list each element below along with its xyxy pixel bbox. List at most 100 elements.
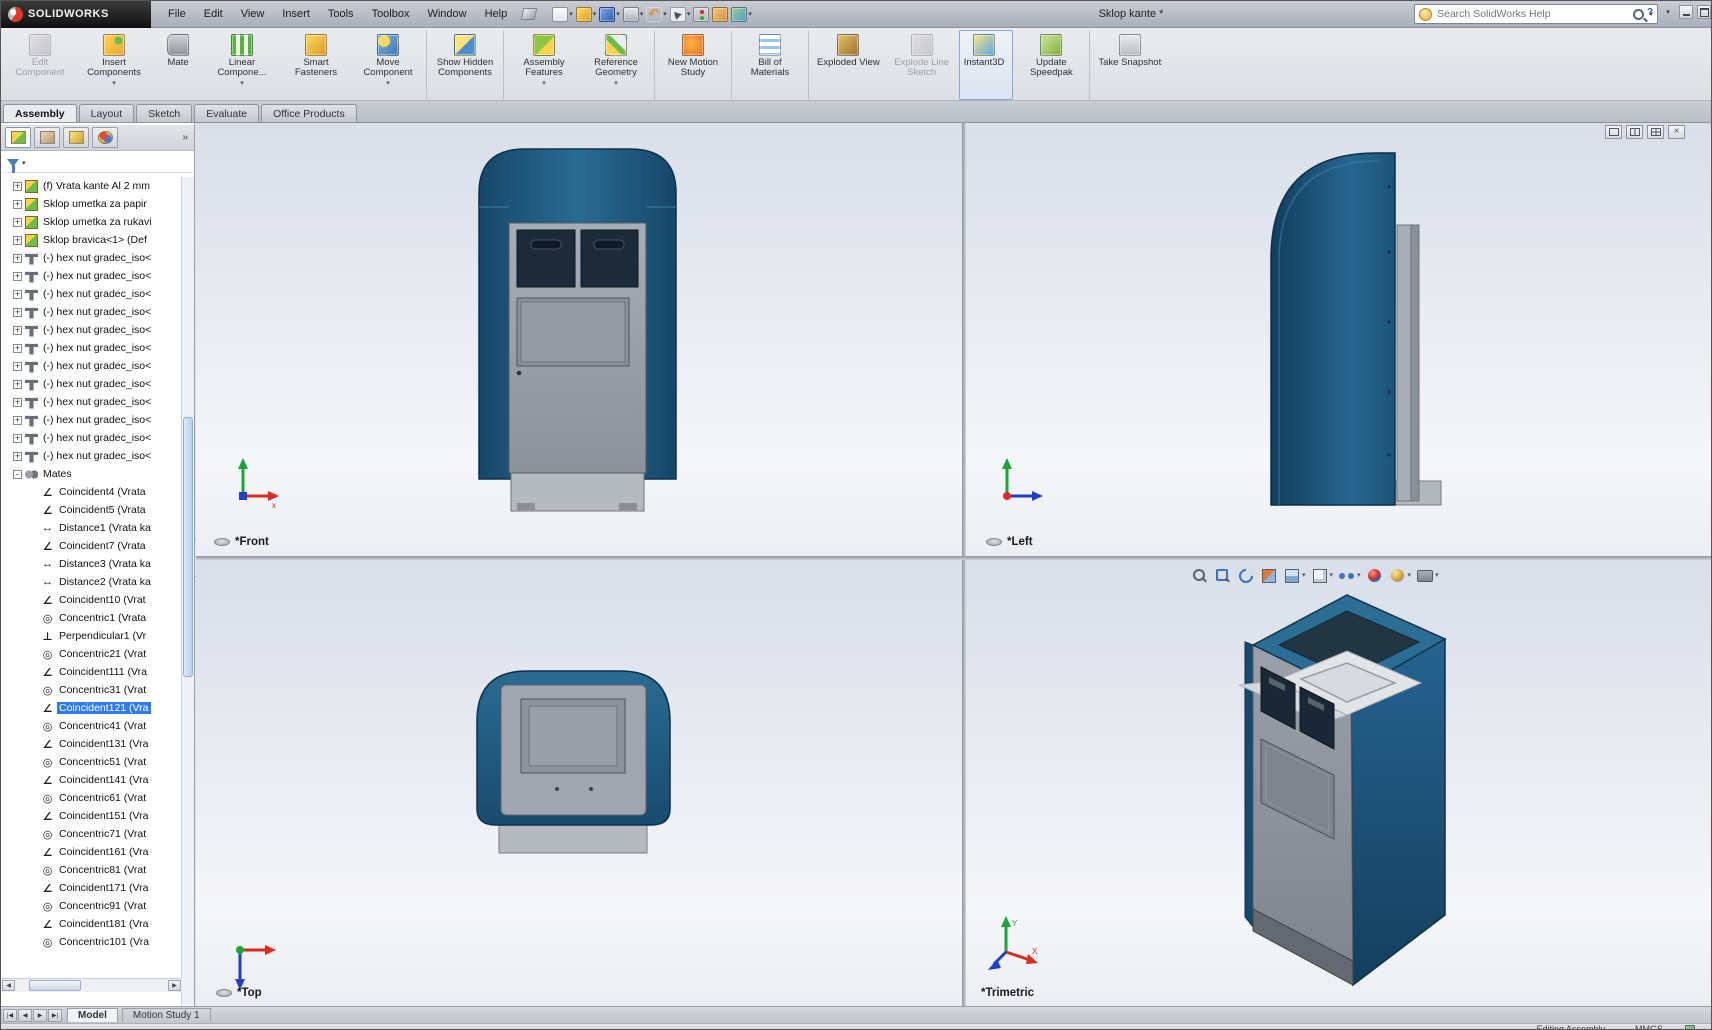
expand-toggle[interactable]: + [13,272,22,281]
expand-toggle[interactable]: - [13,470,22,479]
expand-toggle[interactable]: + [13,326,22,335]
menu-pin-icon[interactable] [521,8,538,20]
menu-item[interactable]: Toolbox [363,4,419,24]
quick-toolbar-button[interactable]: ▾ [552,7,573,22]
quick-toolbar-button[interactable]: ▾ [731,7,752,22]
heads-up-button[interactable]: ▾ [1387,567,1413,584]
tree-item[interactable]: + (-) hex nut gradec_iso< [1,375,182,393]
mate-item[interactable]: Concentric21 (Vrat [1,645,182,663]
document-window-button[interactable] [1605,125,1622,139]
dropdown-caret-icon[interactable]: ▾ [640,10,644,18]
tree-item[interactable]: + (-) hex nut gradec_iso< [1,339,182,357]
tree-item[interactable]: + (-) hex nut gradec_iso< [1,429,182,447]
dropdown-caret-icon[interactable]: ▾ [687,10,691,18]
help-icon[interactable]: ? [1643,5,1657,19]
status-units[interactable]: MMGS [1635,1024,1663,1030]
expand-toggle[interactable]: + [13,362,22,371]
mate-item[interactable]: Coincident10 (Vrat [1,591,182,609]
expand-toggle[interactable]: + [13,290,22,299]
quick-toolbar-button[interactable]: ▾ [693,7,709,22]
graphics-area[interactable]: x YX *Front *Left *Top *Trimetric [196,123,1712,1006]
mate-item[interactable]: Coincident111 (Vra [1,663,182,681]
tree-item[interactable]: + (-) hex nut gradec_iso< [1,447,182,465]
ribbon-button[interactable]: Smart Fasteners ▾ [279,30,353,100]
dropdown-caret-icon[interactable]: ▾ [1408,571,1412,579]
mate-item[interactable]: Concentric71 (Vrat [1,825,182,843]
mate-item[interactable]: Coincident5 (Vrata [1,501,182,519]
tab-nav-button[interactable]: |◀ [3,1009,17,1022]
quick-toolbar-button[interactable]: ▾ [576,7,597,22]
mate-item[interactable]: Concentric91 (Vrat [1,897,182,915]
ribbon-button[interactable]: Exploded View ▾ [812,30,885,100]
expand-toggle[interactable]: + [13,182,22,191]
mate-item[interactable]: Concentric81 (Vrat [1,861,182,879]
quick-toolbar-button[interactable]: ▾ [623,7,644,22]
tree-item[interactable]: + (f) Vrata kante Al 2 mm [1,177,182,195]
mate-item[interactable]: Coincident181 (Vra [1,915,182,933]
document-window-button[interactable] [1668,125,1685,139]
ribbon-button[interactable]: New Motion Study ▾ [658,30,732,100]
tree-item[interactable]: + (-) hex nut gradec_iso< [1,303,182,321]
scrollbar-thumb[interactable] [183,417,193,677]
model-trimetric-view[interactable] [1239,587,1457,989]
expand-toggle[interactable]: + [13,200,22,209]
mate-item[interactable]: Concentric101 (Vra [1,933,182,951]
expand-toggle[interactable]: + [13,380,22,389]
heads-up-button[interactable]: ▾ [1414,567,1440,584]
mate-item[interactable]: Coincident4 (Vrata [1,483,182,501]
mate-item[interactable]: Coincident7 (Vrata [1,537,182,555]
tab-nav-button[interactable]: ▶| [48,1009,62,1022]
tree-item[interactable]: + Sklop bravica<1> (Def [1,231,182,249]
model-left-view[interactable] [1255,147,1447,509]
quick-toolbar-button[interactable]: ▾ [599,7,620,22]
filter-caret-icon[interactable]: ▾ [22,159,26,167]
ribbon-button[interactable]: Edit Component ▾ [3,30,77,100]
ribbon-button[interactable]: Update Speedpak ▾ [1016,30,1090,100]
dropdown-caret-icon[interactable]: ▾ [542,80,546,87]
expand-toggle[interactable]: + [13,416,22,425]
model-top-view[interactable] [471,663,676,861]
bottom-tab[interactable]: Model [67,1008,118,1022]
tree-item[interactable]: + Sklop umetka za rukavi [1,213,182,231]
mate-item[interactable]: Coincident121 (Vra [1,699,182,717]
expand-toggle[interactable]: + [13,254,22,263]
tree-item[interactable]: + (-) hex nut gradec_iso< [1,411,182,429]
expand-toggle[interactable]: + [13,452,22,461]
model-front-view[interactable] [471,147,684,515]
mate-item[interactable]: Coincident161 (Vra [1,843,182,861]
mate-item[interactable]: Coincident171 (Vra [1,879,182,897]
dropdown-caret-icon[interactable]: ▾ [748,10,752,18]
ribbon-button[interactable]: Instant3D ▾ [959,30,1014,100]
ribbon-button[interactable]: Assembly Features ▾ [507,30,581,100]
viewport-splitter-vertical[interactable] [962,123,966,1006]
bottom-tab[interactable]: Motion Study 1 [122,1008,211,1022]
dropdown-caret-icon[interactable]: ▾ [112,80,116,87]
scroll-left-button[interactable]: ◀ [2,980,15,991]
heads-up-button[interactable]: ▾ [1258,567,1279,584]
tree-vertical-scrollbar[interactable] [181,177,194,1005]
tree-horizontal-scrollbar[interactable]: ◀ ▶ [1,978,182,992]
dropdown-caret-icon[interactable]: ▾ [1302,571,1306,579]
command-tab[interactable]: Assembly [3,104,77,122]
restore-button[interactable] [1697,5,1711,19]
mate-item[interactable]: Distance1 (Vrata ka [1,519,182,537]
quick-toolbar-button[interactable]: ▾ [646,7,667,22]
menu-item[interactable]: View [232,4,274,24]
ribbon-button[interactable]: Show Hidden Components ▾ [430,30,504,100]
quick-toolbar-button[interactable]: ▾ [712,7,728,22]
tree-item[interactable]: + (-) hex nut gradec_iso< [1,357,182,375]
dropdown-caret-icon[interactable]: ▾ [616,10,620,18]
command-tab[interactable]: Layout [79,104,135,122]
tree-item[interactable]: + (-) hex nut gradec_iso< [1,285,182,303]
dropdown-caret-icon[interactable]: ▾ [386,80,390,87]
quick-toolbar-button[interactable]: ▾ [670,7,691,22]
expand-toggle[interactable]: + [13,398,22,407]
dropdown-caret-icon[interactable]: ▾ [1330,571,1334,579]
mate-item[interactable]: Concentric61 (Vrat [1,789,182,807]
dropdown-caret-icon[interactable]: ▾ [614,80,618,87]
ribbon-button[interactable]: Take Snapshot ▾ [1093,30,1166,100]
configurationmanager-tab[interactable] [63,127,89,148]
menu-item[interactable]: Edit [195,4,232,24]
tree-item[interactable]: + Sklop umetka za papir [1,195,182,213]
menu-item[interactable]: File [159,4,195,24]
